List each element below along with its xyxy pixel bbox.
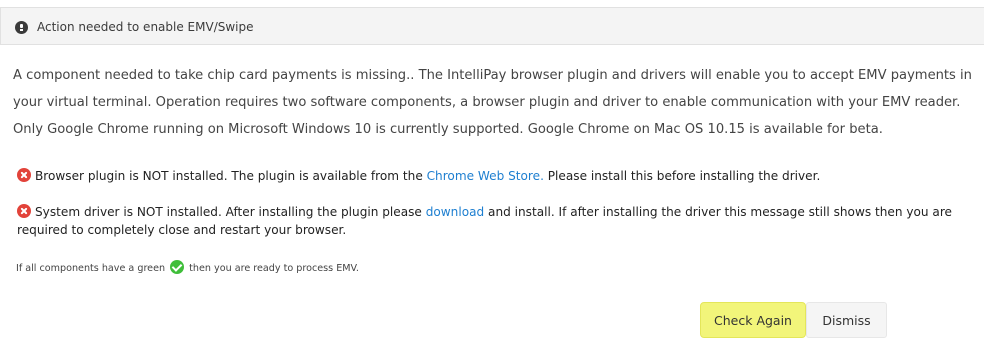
plugin-status-text: Browser plugin is NOT installed. The plu… <box>35 169 427 183</box>
green-check-icon <box>170 260 185 274</box>
footnote: If all components have a green then you … <box>16 260 359 274</box>
driver-status-text: System driver is NOT installed. After in… <box>35 205 426 219</box>
chrome-web-store-link[interactable]: Chrome Web Store. <box>427 169 544 183</box>
plugin-status-message: Browser plugin is NOT installed. The plu… <box>17 167 979 185</box>
driver-status-message: System driver is NOT installed. After in… <box>17 203 979 239</box>
error-x-icon <box>17 204 31 218</box>
error-x-icon <box>17 168 31 182</box>
footnote-text-after: then you are ready to process EMV. <box>186 263 359 274</box>
check-again-button[interactable]: Check Again <box>700 302 806 338</box>
panel-title: Action needed to enable EMV/Swipe <box>37 20 254 34</box>
exclamation-circle-icon <box>15 21 28 34</box>
footnote-text: If all components have a green <box>16 263 169 274</box>
plugin-status-text-after: Please install this before installing th… <box>543 169 821 183</box>
panel-header: Action needed to enable EMV/Swipe <box>0 7 984 45</box>
intro-paragraph: A component needed to take chip card pay… <box>13 68 972 137</box>
download-driver-link[interactable]: download <box>426 205 484 219</box>
dismiss-button[interactable]: Dismiss <box>806 302 887 338</box>
